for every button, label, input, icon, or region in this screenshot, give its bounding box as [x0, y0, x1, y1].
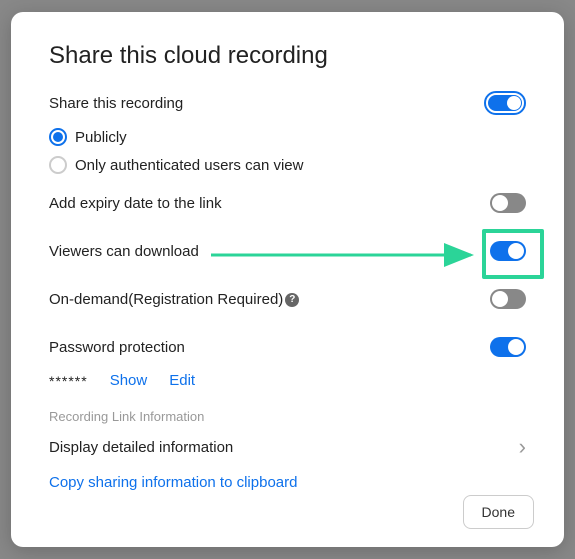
display-detailed-row[interactable]: Display detailed information › [49, 434, 526, 460]
expiry-row: Add expiry date to the link [49, 190, 526, 216]
show-password-link[interactable]: Show [110, 372, 148, 389]
modal-title: Share this cloud recording [49, 42, 526, 70]
expiry-label: Add expiry date to the link [49, 195, 222, 212]
password-toggle[interactable] [490, 337, 526, 357]
display-detailed-label: Display detailed information [49, 439, 233, 456]
password-row: Password protection [49, 334, 526, 360]
on-demand-toggle[interactable] [490, 289, 526, 309]
password-masked: ****** [49, 373, 88, 389]
modal-footer: Done [463, 495, 534, 529]
radio-publicly-label: Publicly [75, 129, 127, 146]
edit-password-link[interactable]: Edit [169, 372, 195, 389]
done-button[interactable]: Done [463, 495, 534, 529]
download-toggle[interactable] [490, 241, 526, 261]
copy-sharing-link[interactable]: Copy sharing information to clipboard [49, 474, 526, 491]
radio-authenticated-label: Only authenticated users can view [75, 157, 303, 174]
share-recording-modal: Share this cloud recording Share this re… [11, 12, 564, 547]
password-controls: ****** Show Edit [49, 372, 526, 389]
radio-icon [49, 128, 67, 146]
download-row: Viewers can download [49, 238, 526, 264]
radio-icon [49, 156, 67, 174]
on-demand-row: On-demand(Registration Required)? [49, 286, 526, 312]
share-recording-toggle[interactable] [484, 91, 526, 115]
download-label: Viewers can download [49, 243, 199, 260]
link-info-section-label: Recording Link Information [49, 409, 526, 424]
share-visibility-radio-group: Publicly Only authenticated users can vi… [49, 128, 526, 174]
radio-publicly[interactable]: Publicly [49, 128, 526, 146]
share-recording-label: Share this recording [49, 95, 183, 112]
share-recording-row: Share this recording [49, 90, 526, 116]
help-icon[interactable]: ? [285, 293, 299, 307]
chevron-right-icon: › [519, 434, 526, 460]
radio-authenticated[interactable]: Only authenticated users can view [49, 156, 526, 174]
expiry-toggle[interactable] [490, 193, 526, 213]
on-demand-label: On-demand(Registration Required)? [49, 291, 299, 308]
password-label: Password protection [49, 339, 185, 356]
